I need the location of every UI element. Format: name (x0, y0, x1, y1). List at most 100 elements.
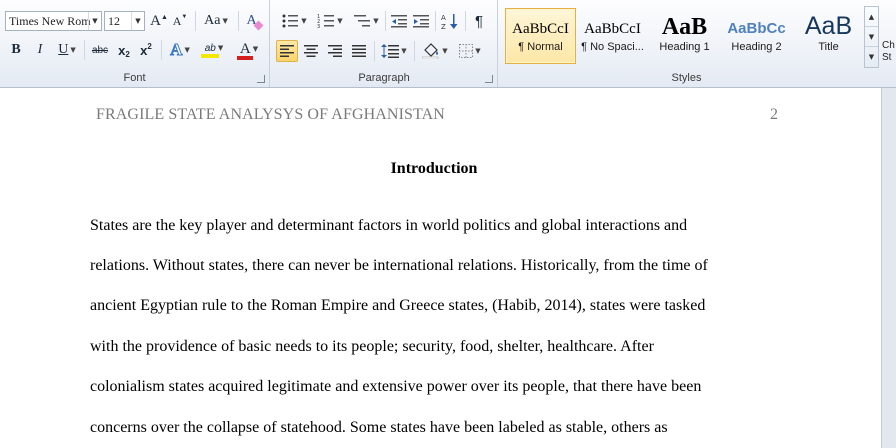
paragraph-group: ▼ 1 2 3 ▼ ▼ AZ ¶ ▼ ▼ ▼ Paragraph (271, 0, 498, 87)
subscript-icon: x (118, 42, 126, 58)
chevron-down-icon[interactable]: ▼ (865, 27, 878, 47)
font-size-value: 12 (108, 14, 120, 28)
paint-bucket-icon (422, 43, 439, 59)
decrease-indent-button[interactable] (389, 10, 409, 32)
change-styles-button[interactable]: Ch St (882, 40, 895, 64)
highlight-button[interactable]: ab ▼ (198, 39, 230, 61)
align-left-button[interactable] (276, 40, 298, 62)
font-color-swatch (237, 55, 253, 60)
separator (374, 41, 375, 61)
show-formatting-button[interactable]: ¶ (469, 10, 489, 32)
separator (161, 40, 162, 60)
underline-button[interactable]: U ▼ (53, 39, 81, 61)
strikethrough-icon: abc (91, 44, 109, 56)
body-line: ancient Egyptian rule to the Roman Empir… (90, 297, 706, 314)
style-name: Title (818, 41, 839, 53)
align-right-icon (328, 45, 342, 57)
line-spacing-icon (381, 44, 400, 58)
bullets-icon (282, 14, 299, 28)
font-size-combo[interactable]: 12 ▼ (104, 11, 145, 31)
paragraph-group-label: Paragraph (358, 72, 410, 84)
chevron-down-icon[interactable]: ▼ (131, 12, 144, 30)
more-icon[interactable]: ▼ (865, 47, 878, 67)
chevron-down-icon[interactable]: ▼ (88, 12, 101, 30)
text-effects-button[interactable]: A ▼ (166, 39, 194, 61)
sort-button[interactable]: AZ (439, 10, 461, 32)
separator (84, 40, 85, 60)
style-heading-1[interactable]: AaB Heading 1 (649, 8, 720, 64)
style-normal[interactable]: AaBbCcI ¶ Normal (505, 8, 576, 64)
svg-text:3: 3 (317, 24, 320, 29)
bullets-button[interactable]: ▼ (277, 10, 311, 32)
superscript-icon: x (140, 42, 148, 58)
clear-formatting-button[interactable]: A (243, 10, 265, 32)
styles-group: AaBbCcI ¶ Normal AaBbCcI ¶ No Spaci... A… (499, 0, 896, 87)
align-left-icon (280, 45, 294, 57)
line-spacing-button[interactable]: ▼ (378, 40, 410, 62)
style-sample: AaB (804, 12, 853, 40)
chevron-up-icon[interactable]: ▲ (865, 7, 878, 27)
style-name: Heading 2 (731, 41, 782, 53)
body-line: States are the key player and determinan… (90, 217, 688, 234)
borders-button[interactable]: ▼ (454, 40, 486, 62)
document-page[interactable]: FRAGILE STATE ANALYSYS OF AFGHANISTAN 2 … (0, 88, 881, 448)
justify-button[interactable] (348, 40, 370, 62)
body-line: colonialism states acquired legitimate a… (90, 378, 702, 395)
separator (385, 11, 386, 31)
text-effects-icon: A (170, 40, 183, 60)
subscript-button[interactable]: x2 (114, 39, 134, 61)
change-case-button[interactable]: Aa ▼ (200, 10, 232, 32)
style-sample: AaBbCcI (512, 21, 569, 37)
running-head: FRAGILE STATE ANALYSYS OF AFGHANISTAN (96, 106, 445, 123)
font-color-button[interactable]: A ▼ (234, 39, 264, 61)
style-sample: AaBbCcI (584, 21, 641, 37)
page-number: 2 (770, 106, 778, 123)
increase-indent-button[interactable] (411, 10, 431, 32)
increase-indent-icon (413, 15, 429, 28)
align-center-button[interactable] (300, 40, 322, 62)
body-line: relations. Without states, there can nev… (90, 257, 708, 274)
multilevel-list-button[interactable]: ▼ (349, 10, 383, 32)
separator (195, 11, 196, 31)
styles-gallery-scroll[interactable]: ▲ ▼ ▼ (864, 6, 879, 68)
align-right-button[interactable] (324, 40, 346, 62)
shading-button[interactable]: ▼ (419, 40, 451, 62)
style-no-spacing[interactable]: AaBbCcI ¶ No Spaci... (577, 8, 648, 64)
style-sample: AaBbCc (727, 20, 786, 37)
separator (465, 11, 466, 31)
italic-button[interactable]: I (30, 39, 50, 61)
superscript-button[interactable]: x2 (136, 39, 156, 61)
separator (414, 41, 415, 61)
font-group-label: Font (123, 72, 146, 84)
body-line: concerns over the collapse of statehood.… (90, 419, 668, 436)
separator (435, 11, 436, 31)
ribbon: Times New Rom ▼ 12 ▼ A ▲ A ▼ Aa ▼ A B I U ▼ … (0, 0, 896, 88)
pilcrow-icon: ¶ (474, 12, 484, 30)
style-title[interactable]: AaB Title (793, 8, 864, 64)
numbering-button[interactable]: 1 2 3 ▼ (313, 10, 347, 32)
vertical-scrollbar[interactable] (881, 88, 896, 448)
svg-text:A: A (441, 14, 446, 22)
style-name: ¶ Normal (518, 41, 563, 53)
font-name-value: Times New Rom (9, 14, 91, 28)
style-heading-2[interactable]: AaBbCc Heading 2 (721, 8, 792, 64)
section-heading: Introduction (390, 160, 478, 177)
body-line: with the providence of basic needs to it… (90, 338, 654, 355)
svg-text:Z: Z (441, 23, 446, 30)
bold-button[interactable]: B (6, 39, 26, 61)
font-name-combo[interactable]: Times New Rom ▼ (5, 11, 102, 31)
grow-font-button[interactable]: A ▲ (150, 10, 168, 32)
styles-group-label: Styles (671, 72, 702, 84)
strikethrough-button[interactable]: abc (88, 39, 112, 61)
align-center-icon (304, 45, 318, 57)
separator (238, 11, 239, 31)
justify-icon (352, 45, 366, 57)
decrease-indent-icon (391, 15, 407, 28)
multilevel-list-icon (354, 15, 371, 27)
paragraph-dialog-launcher-icon[interactable] (485, 75, 493, 83)
font-dialog-launcher-icon[interactable] (257, 75, 265, 83)
change-case-icon: Aa (204, 13, 221, 28)
shrink-font-button[interactable]: A ▼ (171, 10, 189, 32)
underline-icon: U (58, 42, 69, 57)
borders-icon (459, 44, 474, 58)
